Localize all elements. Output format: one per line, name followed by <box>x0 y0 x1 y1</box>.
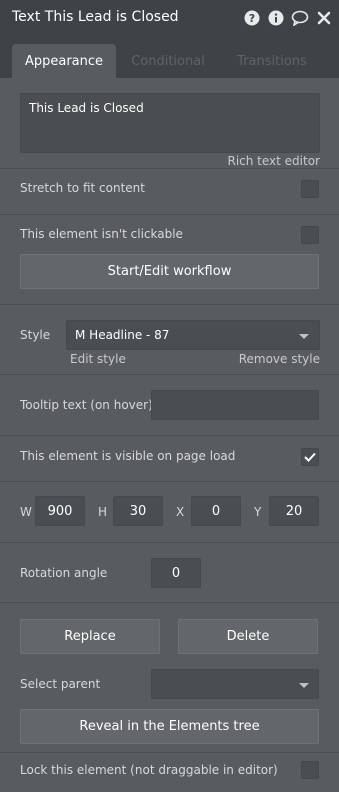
remove-style-link[interactable]: Remove style <box>239 352 320 366</box>
divider <box>0 752 339 753</box>
window-title: Text This Lead is Closed <box>12 9 179 25</box>
select-parent-dropdown[interactable] <box>151 669 319 699</box>
style-label: Style <box>20 328 51 342</box>
text-content-value: This Lead is Closed <box>29 101 144 115</box>
width-input[interactable]: 900 <box>35 496 85 526</box>
not-clickable-label: This element isn't clickable <box>20 227 183 241</box>
height-input[interactable]: 30 <box>113 496 163 526</box>
close-icon[interactable] <box>315 9 333 27</box>
title-bar: Text This Lead is Closed ? <box>0 0 339 36</box>
text-content-field[interactable]: This Lead is Closed <box>20 93 320 153</box>
tooltip-input[interactable] <box>151 390 319 420</box>
chevron-down-icon <box>299 334 309 339</box>
select-parent-label: Select parent <box>20 677 101 691</box>
style-dropdown-value: M Headline - 87 <box>75 328 170 342</box>
edit-style-link[interactable]: Edit style <box>70 352 126 366</box>
stretch-label: Stretch to fit content <box>20 181 145 195</box>
tab-transitions[interactable]: Transitions <box>226 44 318 78</box>
y-label: Y <box>254 505 262 519</box>
height-label: H <box>98 505 108 519</box>
tab-conditional[interactable]: Conditional <box>120 44 216 78</box>
divider <box>0 168 339 169</box>
divider <box>0 304 339 305</box>
visible-on-load-checkbox[interactable] <box>301 448 319 466</box>
help-icon[interactable]: ? <box>243 9 261 27</box>
svg-text:?: ? <box>249 12 255 25</box>
divider <box>0 374 339 375</box>
rotation-input[interactable]: 0 <box>151 558 201 588</box>
not-clickable-checkbox[interactable] <box>301 226 319 244</box>
comment-icon[interactable] <box>291 9 309 27</box>
divider <box>0 214 339 215</box>
start-edit-workflow-button[interactable]: Start/Edit workflow <box>20 254 319 289</box>
stretch-checkbox[interactable] <box>301 180 319 198</box>
tab-bar: Appearance Conditional Transitions <box>0 36 339 78</box>
lock-element-label: Lock this element (not draggable in edit… <box>20 763 278 777</box>
style-dropdown[interactable]: M Headline - 87 <box>66 320 320 350</box>
info-icon[interactable] <box>267 9 285 27</box>
divider <box>0 435 339 436</box>
checkmark-icon <box>304 452 316 462</box>
delete-button[interactable]: Delete <box>178 619 318 654</box>
visible-on-load-label: This element is visible on page load <box>20 449 236 463</box>
x-input[interactable]: 0 <box>191 496 241 526</box>
tooltip-label: Tooltip text (on hover) <box>20 398 153 412</box>
x-label: X <box>176 505 185 519</box>
title-icons: ? <box>243 9 333 27</box>
tab-appearance[interactable]: Appearance <box>12 44 116 78</box>
divider <box>0 542 339 543</box>
divider <box>0 481 339 482</box>
divider <box>0 602 339 603</box>
rotation-label: Rotation angle <box>20 566 108 580</box>
width-label: W <box>20 505 32 519</box>
reveal-in-elements-tree-button[interactable]: Reveal in the Elements tree <box>20 709 319 744</box>
lock-element-checkbox[interactable] <box>301 761 319 779</box>
chevron-down-icon <box>299 683 309 688</box>
y-input[interactable]: 20 <box>269 496 319 526</box>
replace-button[interactable]: Replace <box>20 619 160 654</box>
rich-text-editor-link[interactable]: Rich text editor <box>227 154 320 168</box>
